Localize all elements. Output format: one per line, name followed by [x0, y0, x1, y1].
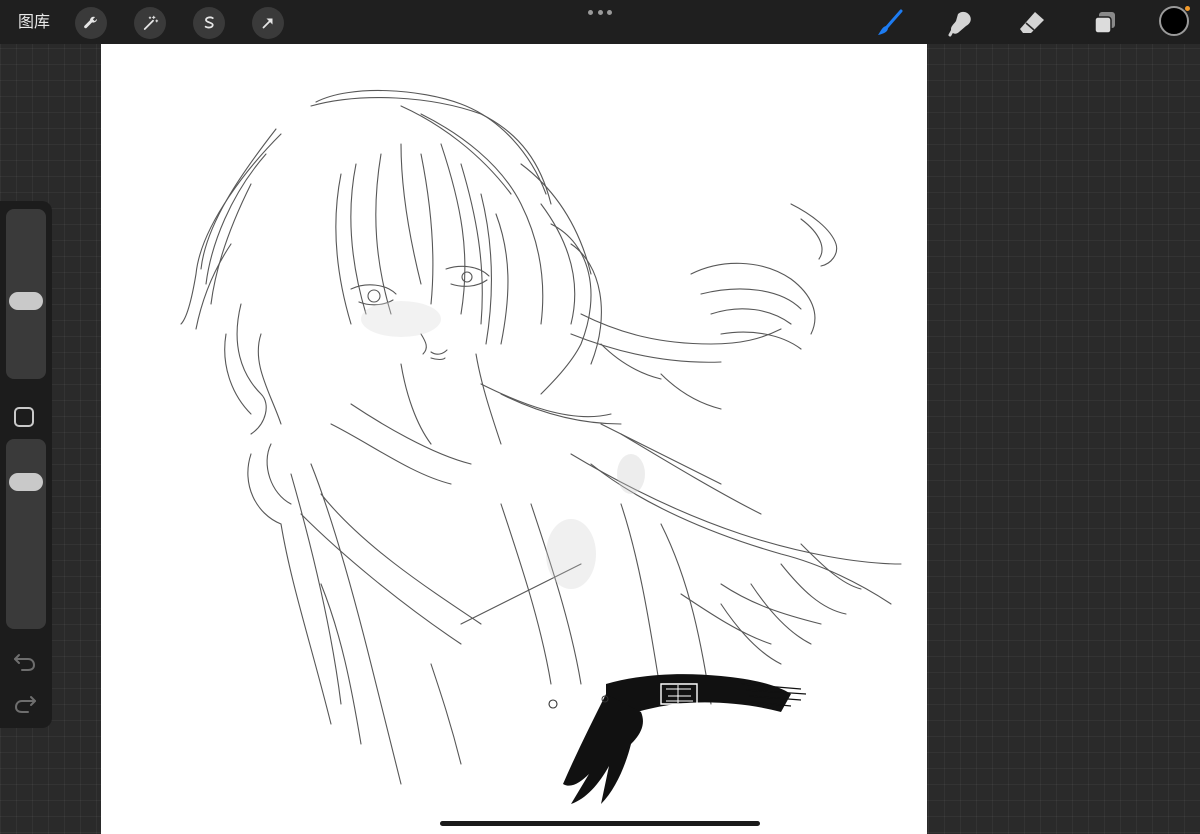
smudge-tool-button[interactable]	[944, 6, 978, 40]
redo-icon[interactable]	[13, 693, 37, 713]
color-indicator-dot	[1185, 6, 1190, 11]
opacity-thumb[interactable]	[9, 473, 43, 491]
procreate-app: 图库	[0, 0, 1200, 834]
home-indicator[interactable]	[440, 821, 760, 826]
adjustments-button[interactable]	[134, 7, 166, 39]
brush-tool-button[interactable]	[873, 6, 907, 40]
arrow-cursor-icon	[262, 18, 273, 29]
smudge-icon	[948, 11, 971, 37]
layers-icon	[1094, 12, 1115, 34]
drawing-canvas[interactable]	[101, 44, 927, 834]
layers-button[interactable]	[1088, 6, 1122, 40]
wrench-icon	[84, 16, 97, 29]
selection-button[interactable]	[193, 7, 225, 39]
modify-button[interactable]	[14, 407, 34, 427]
brush-sidebar	[0, 201, 52, 728]
brush-size-thumb[interactable]	[9, 292, 43, 310]
dot-icon	[588, 10, 593, 15]
undo-icon[interactable]	[13, 651, 37, 671]
more-options-handle[interactable]	[588, 10, 612, 16]
opacity-slider[interactable]	[6, 439, 46, 629]
gallery-button[interactable]: 图库	[18, 11, 50, 33]
brush-icon	[878, 9, 903, 35]
eraser-tool-button[interactable]	[1015, 6, 1049, 40]
magic-wand-icon	[143, 15, 159, 30]
selection-s-icon	[204, 16, 214, 29]
sketch-artwork	[180, 89, 902, 804]
eraser-icon	[1020, 12, 1044, 33]
dot-icon	[607, 10, 612, 15]
actions-button[interactable]	[75, 7, 107, 39]
transform-button[interactable]	[252, 7, 284, 39]
dot-icon	[597, 10, 603, 15]
top-toolbar: 图库	[0, 0, 1200, 44]
color-picker-button[interactable]	[1159, 6, 1189, 36]
